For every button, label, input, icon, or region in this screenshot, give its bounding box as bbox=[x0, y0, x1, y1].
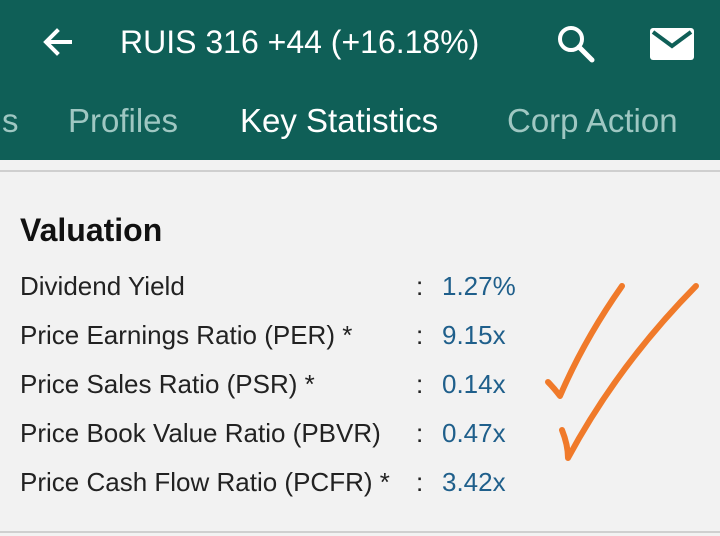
stat-value: 9.15x bbox=[442, 320, 506, 350]
top-toolbar: RUIS 316 +44 (+16.18%) bbox=[0, 0, 720, 90]
mail-icon[interactable] bbox=[648, 24, 696, 64]
separator: : bbox=[416, 369, 424, 399]
separator: : bbox=[416, 271, 424, 301]
stat-label: Dividend Yield bbox=[20, 271, 185, 301]
stat-label: Price Earnings Ratio (PER) * bbox=[20, 320, 353, 350]
separator: : bbox=[416, 467, 424, 497]
stat-value: 1.27% bbox=[442, 271, 516, 301]
separator: : bbox=[416, 320, 424, 350]
back-arrow-icon[interactable] bbox=[38, 22, 78, 62]
checkmark-annotation-icon bbox=[545, 283, 699, 461]
search-icon[interactable] bbox=[554, 22, 598, 66]
tab-profiles[interactable]: Profiles bbox=[68, 98, 178, 144]
section-title: Valuation bbox=[20, 212, 163, 248]
stat-label: Price Book Value Ratio (PBVR) bbox=[20, 418, 381, 448]
tab-corp-action[interactable]: Corp Action bbox=[507, 98, 678, 144]
stat-value: 0.47x bbox=[442, 418, 506, 448]
section-divider-top bbox=[0, 170, 720, 172]
stat-value: 3.42x bbox=[442, 467, 506, 497]
section-divider-bottom bbox=[0, 531, 720, 533]
tab-key-statistics[interactable]: Key Statistics bbox=[240, 98, 438, 144]
stat-label: Price Sales Ratio (PSR) * bbox=[20, 369, 315, 399]
separator: : bbox=[416, 418, 424, 448]
stat-label: Price Cash Flow Ratio (PCFR) * bbox=[20, 467, 390, 497]
stock-title: RUIS 316 +44 (+16.18%) bbox=[120, 24, 480, 60]
stat-value: 0.14x bbox=[442, 369, 506, 399]
app-bar: RUIS 316 +44 (+16.18%) s Profiles Key St… bbox=[0, 0, 720, 160]
tab-partial[interactable]: s bbox=[2, 98, 19, 144]
